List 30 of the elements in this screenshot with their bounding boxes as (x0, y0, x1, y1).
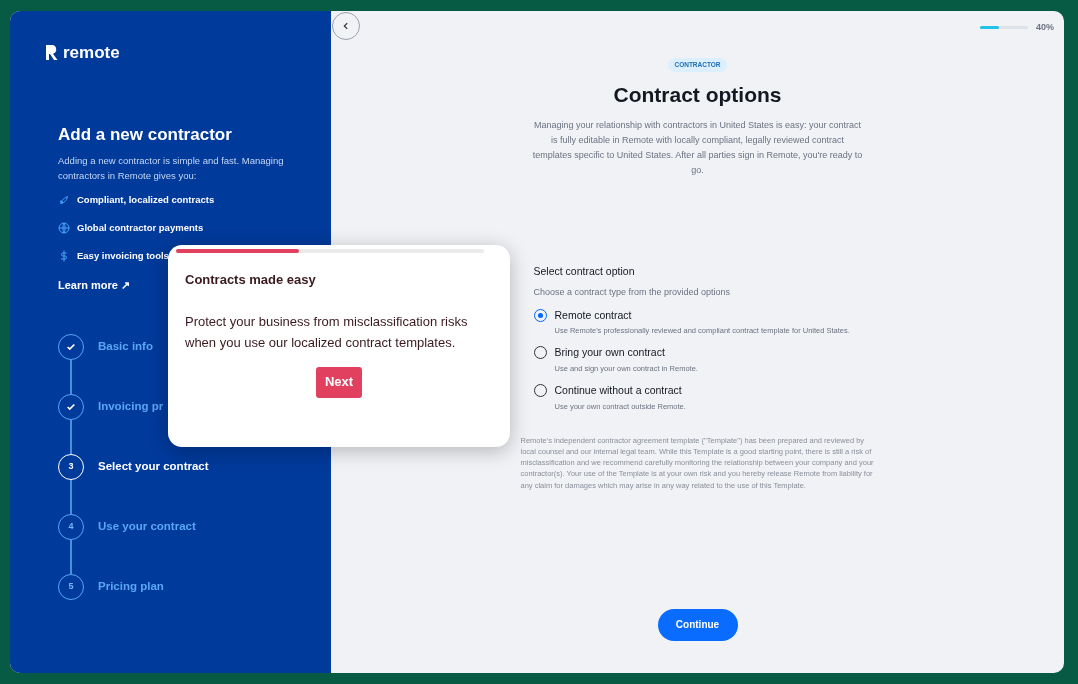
dollar-icon (58, 250, 70, 263)
benefit-label: Compliant, localized contracts (77, 192, 215, 207)
benefit-label: Global contractor payments (77, 220, 204, 235)
step-label[interactable]: Use your contract (98, 518, 196, 536)
step-label[interactable]: Invoicing pr (98, 398, 164, 416)
step-number: 5 (58, 573, 84, 600)
group-hint: Choose a contract type from the provided options (533, 286, 732, 299)
page-description: Managing your relationship with contractors in United States is easy: your contract is fully editable in Remote with locally compliant, legally reviewed contract templates specific to United States. After all parties sign in Remote, you're ready to go. (532, 119, 863, 178)
step-label[interactable]: Pricing plan (98, 578, 164, 596)
step-label[interactable]: Select your contract (98, 458, 209, 476)
page-title: Contract options (613, 81, 782, 108)
popover-title: Contracts made easy (185, 271, 317, 289)
benefit-label: Easy invoicing tools (77, 249, 169, 263)
sidebar-intro: Adding a new contractor is simple and fast. Managing contractors in Remote gives you: (58, 153, 285, 183)
globe-icon (58, 221, 70, 234)
option-label: Bring your own contract (554, 345, 666, 361)
group-label: Select contract option (533, 264, 636, 280)
continue-button[interactable]: Continue (657, 608, 738, 641)
step-label[interactable]: Basic info (98, 338, 153, 356)
step-number: 4 (58, 513, 84, 540)
logo-text: remote (63, 44, 120, 61)
option-label: Remote contract (554, 307, 633, 323)
chevron-left-icon (341, 21, 351, 31)
progress-reading: 40% (1036, 21, 1054, 34)
popover-body: Protect your business from misclassification risks when you use our localized contract templates. (185, 312, 469, 352)
logo-icon (45, 44, 59, 61)
step-number: 3 (58, 453, 84, 480)
option-label: Continue without a contract (554, 383, 683, 398)
next-button[interactable]: Next (315, 366, 363, 398)
sidebar-heading: Add a new contractor (58, 124, 233, 146)
